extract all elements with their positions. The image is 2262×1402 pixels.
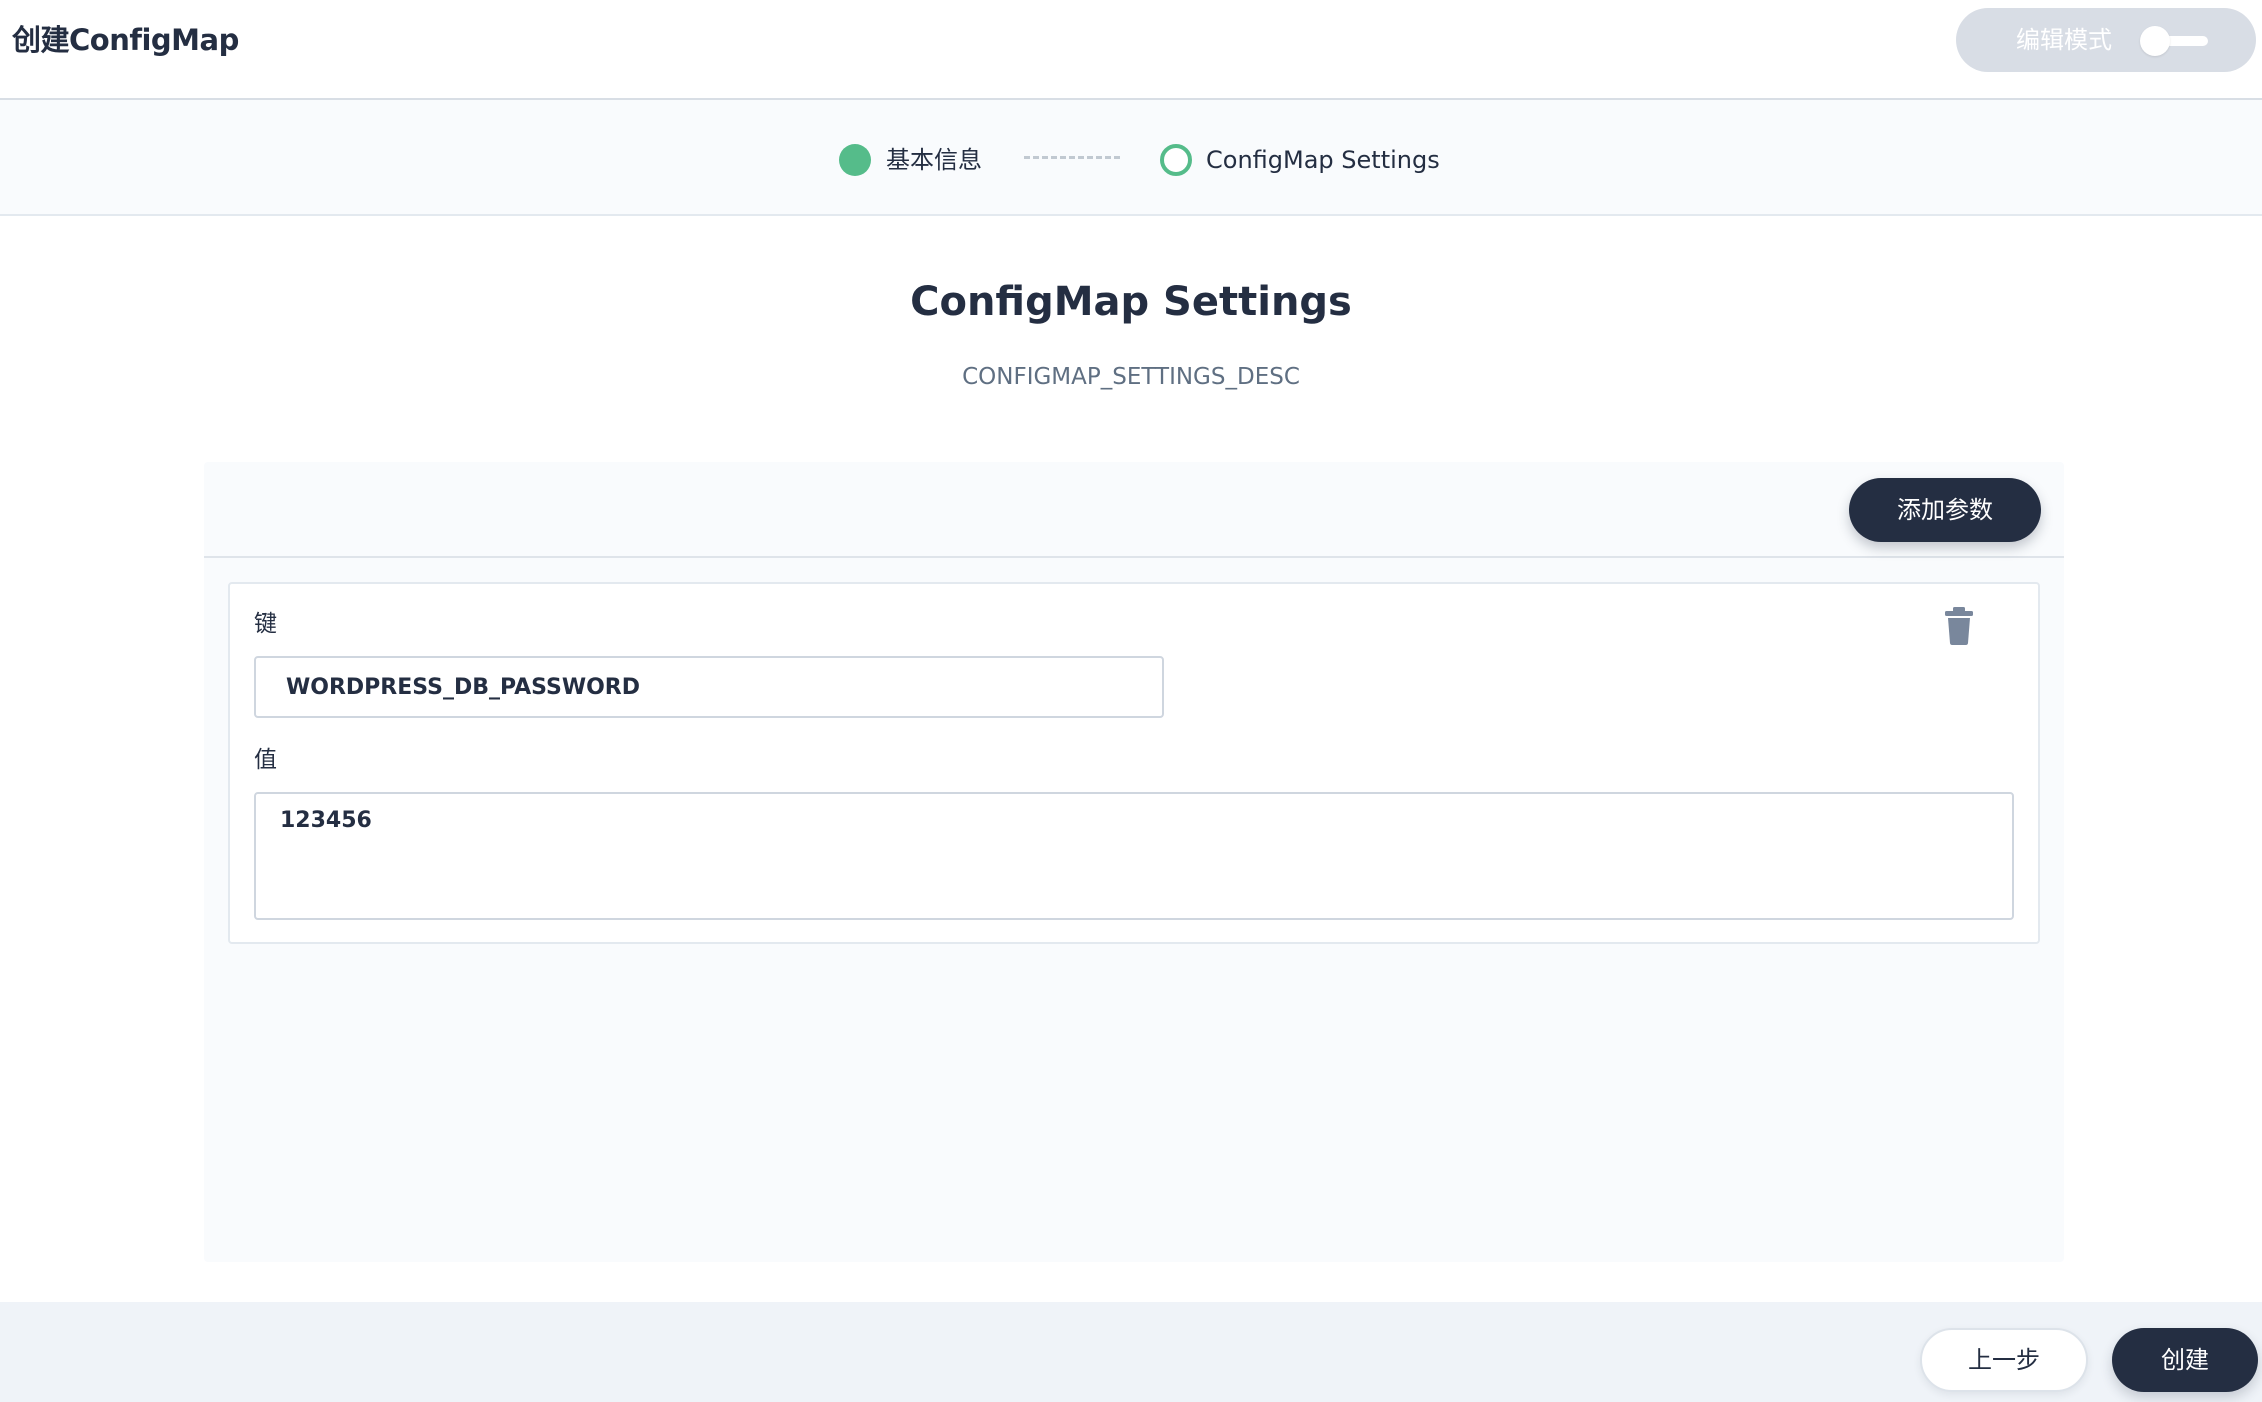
previous-step-button[interactable]: 上一步: [1920, 1328, 2088, 1392]
step-label-basic-info: 基本信息: [886, 146, 982, 174]
step-done-icon: [839, 144, 871, 176]
create-button[interactable]: 创建: [2112, 1328, 2258, 1392]
params-panel: 添加参数 键 值 123456: [204, 462, 2064, 1262]
value-label: 值: [254, 747, 277, 773]
steps-bar: 基本信息 ConfigMap Settings: [0, 100, 2262, 216]
edit-mode-label: 编辑模式: [2016, 26, 2112, 54]
step-connector: [1024, 156, 1120, 159]
trash-icon[interactable]: [1942, 606, 1976, 646]
step-current-icon: [1160, 144, 1192, 176]
params-toolbar: 添加参数: [204, 462, 2064, 558]
edit-mode-toggle[interactable]: 编辑模式: [1956, 8, 2256, 72]
section-title: ConfigMap Settings: [910, 279, 1352, 325]
add-param-button[interactable]: 添加参数: [1849, 478, 2041, 542]
value-textarea[interactable]: 123456: [254, 792, 2014, 920]
toggle-knob: [2140, 26, 2170, 56]
key-label: 键: [254, 611, 277, 637]
param-item: 键 值 123456: [228, 582, 2040, 944]
page-title: 创建ConfigMap: [12, 23, 239, 57]
header: 创建ConfigMap 编辑模式: [0, 0, 2262, 100]
key-input[interactable]: [254, 656, 1164, 718]
section-description: CONFIGMAP_SETTINGS_DESC: [962, 364, 1300, 390]
step-label-configmap-settings: ConfigMap Settings: [1206, 146, 1440, 174]
footer: 上一步 创建: [0, 1302, 2262, 1402]
